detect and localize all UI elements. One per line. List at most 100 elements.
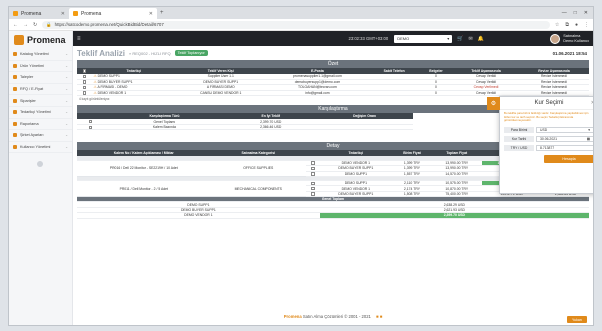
row-checkbox[interactable] xyxy=(88,125,92,129)
cell: 0 xyxy=(418,90,454,97)
sidebar-collapse-handle[interactable] xyxy=(37,161,43,167)
browser-window: Promena ✕ Promena ✕ + — □ ✕ ← → ↻ 🔒 http… xyxy=(8,6,594,326)
linkedin-icon[interactable]: ■ xyxy=(380,314,383,319)
extensions-icon[interactable]: ⧉ xyxy=(565,22,569,28)
warning-icon: ⚠ xyxy=(93,90,97,95)
browser-tab-strip: Promena ✕ Promena ✕ + — □ ✕ xyxy=(9,7,593,19)
tab-label: Promena xyxy=(81,10,102,17)
rate-date-input[interactable]: 30.06.2021 ▦ xyxy=(536,135,593,142)
profile-icon[interactable]: ● xyxy=(575,22,578,28)
row-checkbox[interactable] xyxy=(311,166,315,171)
new-tab-icon[interactable]: + xyxy=(157,10,167,16)
browser-tab-active[interactable]: Promena ✕ xyxy=(69,8,157,19)
rate-value: 8.713877 xyxy=(540,145,555,150)
status-badge: Teklif Toplanıyor xyxy=(174,50,208,56)
hamburger-icon[interactable]: ≡ xyxy=(77,36,81,42)
chevron-down-icon: ⌄ xyxy=(65,63,68,68)
request-icon xyxy=(13,75,17,80)
supplier-name[interactable]: A FİRMASI - DEMO xyxy=(97,85,127,89)
row-checkbox[interactable] xyxy=(311,192,315,196)
sidebar-item-label: Talepler xyxy=(20,75,34,80)
facebook-icon[interactable]: ■ xyxy=(376,314,379,319)
calculate-button-label: Hesapla xyxy=(562,156,576,161)
row-checkbox[interactable] xyxy=(311,161,315,165)
currency-select[interactable]: USD ▾ xyxy=(536,126,593,133)
deadline-date: 01.06.2021 18:54 xyxy=(552,50,587,56)
forward-icon[interactable]: → xyxy=(23,22,28,28)
cell: Revize İstenmedi xyxy=(518,90,589,97)
chevron-down-icon: ⌄ xyxy=(65,98,68,103)
supplier-name[interactable]: DEMO VENDOR 1 xyxy=(98,91,126,95)
bell-icon[interactable]: 🔔 xyxy=(478,36,484,42)
supplier-name[interactable]: DEMO SUPP1 xyxy=(98,74,120,78)
sidebar-item-label: Tedarikçi Yönetimi xyxy=(20,110,51,115)
minimize-icon[interactable]: — xyxy=(562,10,567,16)
reload-icon[interactable]: ↻ xyxy=(33,22,37,28)
cell: 2,366.46 USD xyxy=(225,124,317,131)
currency-row: Para Birimi USD ▾ xyxy=(500,126,593,134)
sidebar-item-requests[interactable]: Talepler ⌄ xyxy=(9,72,72,84)
logo[interactable]: Promena xyxy=(9,31,72,49)
breadcrumb[interactable]: » REQ002 - HIZLI RFQ xyxy=(129,51,171,56)
cell: CANSU DEMO VENDOR 1 xyxy=(176,90,266,97)
row-checkbox[interactable] xyxy=(82,80,86,84)
warning-icon: ⚠ xyxy=(93,74,97,79)
cell: info@gmail.com xyxy=(265,90,370,97)
sidebar-item-reports[interactable]: Raporlama ⌄ xyxy=(9,119,72,131)
chevron-down-icon: ⌄ xyxy=(65,110,68,115)
row-checkbox[interactable] xyxy=(82,74,86,79)
browser-tab[interactable]: Promena ✕ xyxy=(9,8,69,19)
sidebar-item-orders[interactable]: Siparişler ⌄ xyxy=(9,95,72,107)
scroll-top-label: Yukarı xyxy=(572,317,582,322)
row-checkbox[interactable] xyxy=(88,119,92,124)
row-checkbox[interactable] xyxy=(82,91,86,95)
sidebar: Promena Katalog Yönetimi ⌄ Ürün Yönetimi ⌄… xyxy=(9,31,73,325)
sidebar-item-catalog[interactable]: Katalog Yönetimi ⌄ xyxy=(9,49,72,61)
page-title: Teklif Analizi xyxy=(77,48,126,58)
row-checkbox[interactable] xyxy=(311,181,315,185)
footer-text: Satın Alma Çözümleri © 2001 - 2021 xyxy=(302,314,371,319)
rfq-icon xyxy=(13,87,17,92)
item-category: OFFICE SUPPLIES xyxy=(210,160,306,178)
menu-icon[interactable]: ⋮ xyxy=(584,22,589,28)
calculate-button[interactable]: Hesapla xyxy=(544,154,593,163)
sidebar-item-rfq[interactable]: RFQ / E-Fiyat ⌄ xyxy=(9,84,72,96)
currency-label: Para Birimi xyxy=(504,126,534,133)
scroll-top-button[interactable]: Yukarı xyxy=(567,316,587,323)
back-icon[interactable]: ← xyxy=(13,22,18,28)
sidebar-item-suppliers[interactable]: Tedarikçi Yönetimi ⌄ xyxy=(9,107,72,119)
company-select[interactable]: DEMO ▾ xyxy=(394,34,453,43)
user-menu[interactable]: Satınalma Demo Kullanıcı xyxy=(550,33,589,44)
supplier-name[interactable]: DEMO BUYER SUPP1 xyxy=(98,80,133,84)
close-icon[interactable]: ✕ xyxy=(591,100,593,106)
footer: Promena Satın Alma Çözümleri © 2001 - 20… xyxy=(73,314,593,322)
sidebar-item-company-settings[interactable]: Şirket Ayarları ⌄ xyxy=(9,130,72,142)
close-tab-icon[interactable]: ✕ xyxy=(61,11,65,17)
row-checkbox[interactable] xyxy=(82,85,86,90)
table-row: Kalem Bazında 2,366.46 USD xyxy=(77,124,413,131)
rate-input[interactable]: 8.713877 xyxy=(536,144,593,151)
row-checkbox[interactable] xyxy=(311,187,315,191)
url-text: https://satcodemo.promena.net/QuickBidBi… xyxy=(54,22,164,27)
star-icon[interactable]: ☆ xyxy=(555,22,559,28)
gear-icon[interactable]: ⚙ xyxy=(487,97,500,110)
cart-icon[interactable]: 🛒 xyxy=(457,36,463,42)
mail-icon[interactable]: ✉ xyxy=(468,36,472,42)
app-header: ≡ 23:02:33 GMT+03:00 DEMO ▾ 🛒 ✉ 🔔 Satına… xyxy=(73,31,593,46)
cell xyxy=(369,90,419,97)
sidebar-item-products[interactable]: Ürün Yönetimi ⌄ xyxy=(9,61,72,73)
cell: Cevap Verildi xyxy=(453,90,519,97)
close-window-icon[interactable]: ✕ xyxy=(584,10,588,16)
rate-label: TRY / USD xyxy=(504,144,534,151)
calendar-icon[interactable]: ▦ xyxy=(587,137,590,141)
order-icon xyxy=(13,98,17,103)
url-field[interactable]: 🔒 https://satcodemo.promena.net/QuickBid… xyxy=(42,20,550,29)
close-tab-icon[interactable]: ✕ xyxy=(149,11,153,17)
promena-favicon-icon xyxy=(73,11,78,16)
row-checkbox[interactable] xyxy=(311,172,315,176)
chevron-down-icon: ⌄ xyxy=(65,75,68,80)
currency-modal: ⚙ Kur Seçimi ✕ Bu teklifte para birimi f… xyxy=(487,96,593,194)
rate-date-row: Kur Tarihi 30.06.2021 ▦ xyxy=(500,135,593,143)
maximize-icon[interactable]: □ xyxy=(574,10,577,16)
sidebar-item-users[interactable]: Kullanıcı Yönetimi ⌄ xyxy=(9,142,72,154)
